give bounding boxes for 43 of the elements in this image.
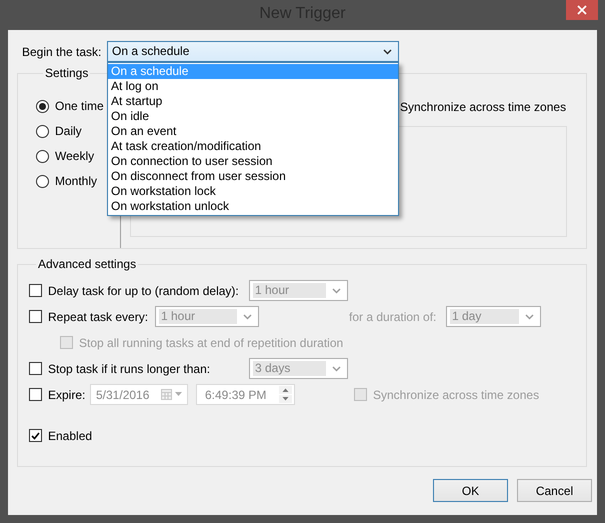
radio-button[interactable] <box>36 150 49 162</box>
dropdown-option[interactable]: At task creation/modification <box>108 139 398 154</box>
radio-label: Monthly <box>55 174 98 188</box>
dropdown-option[interactable]: On connection to user session <box>108 154 398 169</box>
dropdown-option[interactable]: On an event <box>108 124 398 139</box>
group-title: Advanced settings <box>37 257 138 271</box>
dialog-button[interactable]: Cancel <box>517 479 592 502</box>
checkbox[interactable] <box>29 429 42 442</box>
field-label: Begin the task: <box>22 44 102 58</box>
spin-down-button[interactable] <box>279 395 292 403</box>
checkbox-label: Stop task if it runs longer than: <box>48 362 210 376</box>
group-title: Settings <box>44 66 90 80</box>
dropdown[interactable]: On a schedule <box>107 41 399 62</box>
checkbox-label: Delay task for up to (random delay): <box>48 284 239 298</box>
checkbox-label: Expire: <box>48 388 86 402</box>
dropdown-option[interactable]: At startup <box>108 94 398 109</box>
close-icon <box>577 5 587 15</box>
spin-up-button[interactable] <box>279 386 292 394</box>
caret-icon <box>243 314 252 320</box>
close-button[interactable] <box>566 0 598 20</box>
checkbox-label: Enabled <box>48 428 92 442</box>
radio-label: One time <box>55 99 104 113</box>
dropdown-option[interactable]: On idle <box>108 109 398 124</box>
checkbox-label: Synchronize across time zones <box>373 388 540 402</box>
checkbox-label: Synchronize across time zones <box>400 100 566 114</box>
calendar-icon <box>161 389 183 400</box>
dropdown-option[interactable]: On disconnect from user session <box>108 169 398 184</box>
field-label: for a duration of: <box>349 310 438 324</box>
dropdown-option[interactable]: At log on <box>108 79 398 94</box>
radio-button[interactable] <box>36 174 49 188</box>
checkbox-label: Stop all running tasks at end of repetition duration <box>79 336 344 350</box>
radio-label: Weekly <box>55 149 94 163</box>
caret-icon <box>332 288 341 294</box>
radio-button[interactable] <box>36 124 49 138</box>
radio-label: Daily <box>55 124 82 138</box>
caret-icon <box>525 314 534 320</box>
dropdown-option[interactable]: On workstation lock <box>108 184 398 199</box>
dialog-button[interactable]: OK <box>433 479 508 502</box>
radio-button[interactable] <box>36 100 49 112</box>
caret-icon <box>383 48 392 54</box>
checkbox-label: Repeat task every: <box>48 310 148 324</box>
dropdown-option[interactable]: On workstation unlock <box>108 199 398 214</box>
caret-icon <box>332 366 341 372</box>
